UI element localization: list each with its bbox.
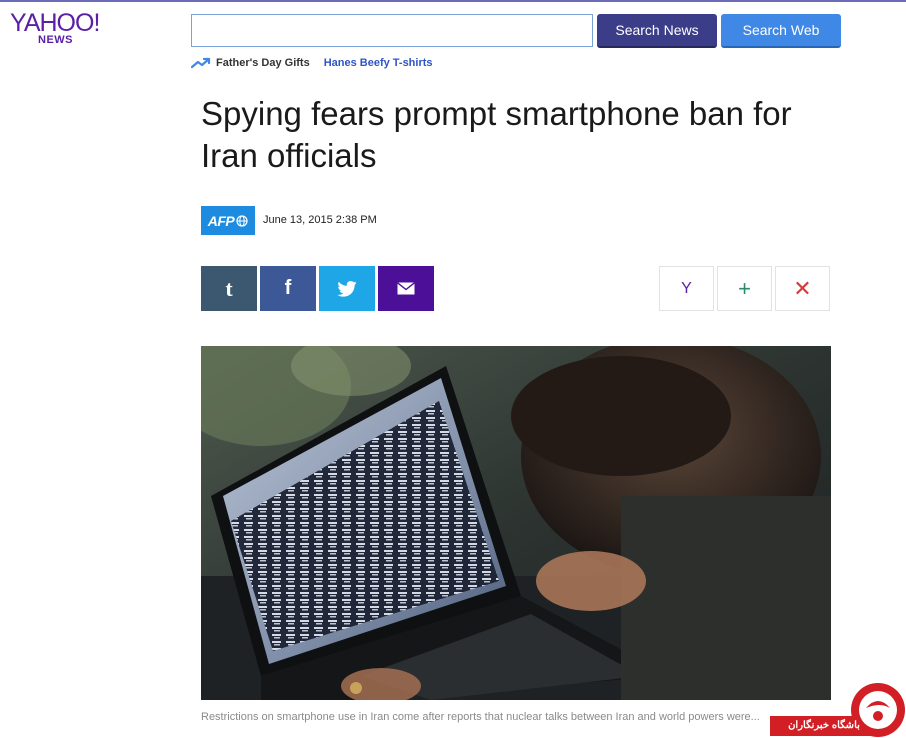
envelope-icon bbox=[397, 282, 415, 295]
search-web-button[interactable]: Search Web bbox=[721, 14, 841, 48]
plus-icon: + bbox=[738, 275, 751, 301]
search-news-button[interactable]: Search News bbox=[597, 14, 717, 48]
twitter-bird-icon bbox=[337, 280, 357, 297]
top-accent-bar bbox=[0, 0, 906, 2]
yahoo-save-button[interactable]: Y bbox=[659, 266, 714, 311]
trending-link[interactable]: Hanes Beefy T-shirts bbox=[324, 57, 433, 69]
laptop-hacker-photo bbox=[201, 346, 831, 700]
photo-caption: Restrictions on smartphone use in Iran c… bbox=[201, 711, 760, 723]
article-date: June 13, 2015 2:38 PM bbox=[263, 214, 377, 226]
facebook-icon: f bbox=[284, 277, 292, 299]
share-email-button[interactable] bbox=[378, 266, 434, 311]
share-twitter-button[interactable] bbox=[319, 266, 375, 311]
trending-arrow-icon bbox=[191, 57, 211, 69]
share-tumblr-button[interactable]: t bbox=[201, 266, 257, 311]
afp-source-logo[interactable]: AFP bbox=[201, 206, 255, 235]
search-input[interactable] bbox=[191, 14, 593, 47]
share-facebook-button[interactable]: f bbox=[260, 266, 316, 311]
trending-link[interactable]: Father's Day Gifts bbox=[216, 57, 310, 69]
yahoo-news-logo[interactable]: YAHOO! NEWS bbox=[10, 9, 105, 49]
logo-subtitle: NEWS bbox=[38, 34, 73, 46]
close-icon: ✕ bbox=[793, 275, 812, 301]
afp-logo-mark-icon bbox=[236, 214, 248, 227]
tumblr-icon: t bbox=[225, 275, 233, 301]
article-photo bbox=[201, 346, 831, 700]
trending-bar: Father's Day Gifts Hanes Beefy T-shirts bbox=[191, 55, 433, 71]
news-agency-watermark: باشگاه خبرنگاران bbox=[770, 680, 906, 738]
article-headline: Spying fears prompt smartphone ban for I… bbox=[201, 95, 792, 174]
afp-logo-text: AFP bbox=[207, 212, 235, 229]
yahoo-y-icon: Y bbox=[681, 279, 692, 297]
close-button[interactable]: ✕ bbox=[775, 266, 830, 311]
add-button[interactable]: + bbox=[717, 266, 772, 311]
watermark-text: باشگاه خبرنگاران bbox=[788, 720, 860, 731]
logo-wordmark: YAHOO! bbox=[10, 9, 100, 37]
